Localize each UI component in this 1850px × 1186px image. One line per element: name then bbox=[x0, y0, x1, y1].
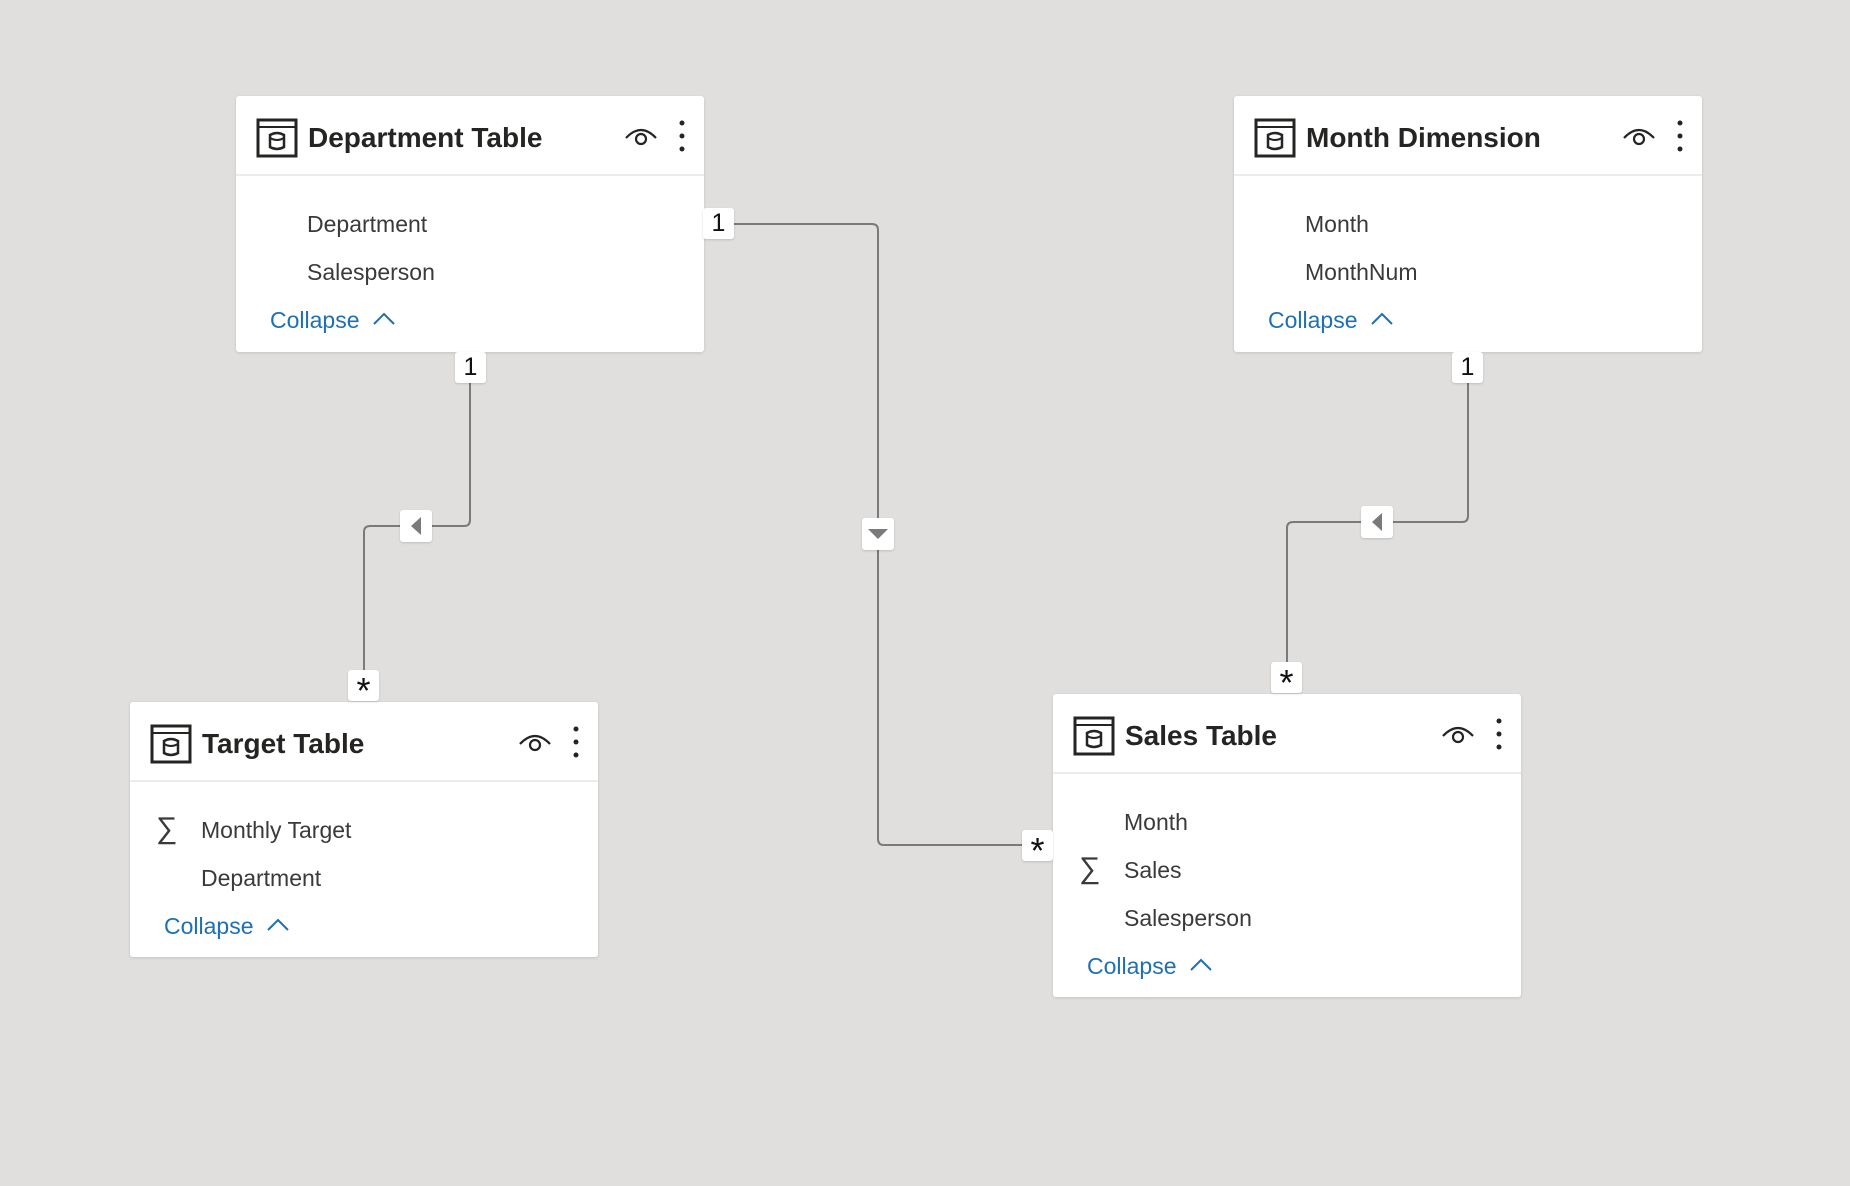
filter-direction-left-button[interactable] bbox=[400, 510, 432, 542]
table-header[interactable]: Month Dimension bbox=[1234, 96, 1702, 176]
table-icon bbox=[1073, 716, 1115, 756]
field-name: Salesperson bbox=[307, 259, 435, 285]
collapse-button[interactable]: Collapse bbox=[1053, 946, 1213, 990]
collapse-label: Collapse bbox=[1268, 307, 1358, 333]
field-list: Month ∑ Sales Salesperson bbox=[1053, 774, 1521, 942]
sigma-icon: ∑ bbox=[1079, 852, 1101, 885]
field-item[interactable]: Salesperson bbox=[236, 248, 704, 296]
cardinality-many-badge: * bbox=[348, 670, 379, 711]
table-card-target[interactable]: Target Table ∑ Monthly Target Department… bbox=[130, 702, 598, 957]
field-name: Salesperson bbox=[1124, 905, 1252, 931]
table-header[interactable]: Department Table bbox=[236, 96, 704, 176]
field-list: Department Salesperson bbox=[236, 176, 704, 296]
cardinality-one-badge: 1 bbox=[703, 208, 734, 239]
field-name: Monthly Target bbox=[201, 817, 352, 843]
field-item[interactable]: MonthNum bbox=[1234, 248, 1702, 296]
field-name: Month bbox=[1124, 809, 1188, 835]
field-name: MonthNum bbox=[1305, 259, 1418, 285]
table-card-sales[interactable]: Sales Table Month ∑ Sales Salesperson Co… bbox=[1053, 694, 1521, 997]
table-title: Target Table bbox=[202, 728, 365, 759]
collapse-button[interactable]: Collapse bbox=[236, 300, 396, 344]
collapse-label: Collapse bbox=[1087, 953, 1177, 979]
table-title: Sales Table bbox=[1125, 720, 1278, 751]
cardinality-many-badge: * bbox=[1022, 830, 1053, 871]
table-card-month-dimension[interactable]: Month Dimension Month MonthNum Collapse bbox=[1234, 96, 1702, 352]
more-options-icon[interactable] bbox=[566, 724, 586, 760]
field-item[interactable]: Month bbox=[1053, 798, 1521, 846]
model-canvas[interactable]: Department Table Department Salesperson … bbox=[0, 0, 1850, 1186]
cardinality-one-badge: 1 bbox=[455, 352, 486, 383]
field-item[interactable]: Salesperson bbox=[1053, 894, 1521, 942]
field-item[interactable]: Department bbox=[130, 854, 598, 902]
cardinality-one-badge: 1 bbox=[1452, 352, 1483, 383]
cardinality-many-badge: * bbox=[1271, 662, 1302, 703]
field-name: Month bbox=[1305, 211, 1369, 237]
table-header[interactable]: Sales Table bbox=[1053, 694, 1521, 774]
chevron-up-icon bbox=[1190, 958, 1212, 971]
chevron-up-icon bbox=[373, 312, 395, 325]
field-name: Department bbox=[307, 211, 428, 237]
more-options-icon[interactable] bbox=[1670, 118, 1690, 154]
table-title: Department Table bbox=[308, 122, 543, 153]
table-title: Month Dimension bbox=[1306, 122, 1541, 153]
chevron-up-icon bbox=[267, 918, 289, 931]
triangle-down-icon bbox=[868, 529, 888, 539]
filter-direction-left-button[interactable] bbox=[1361, 506, 1393, 538]
table-header[interactable]: Target Table bbox=[130, 702, 598, 782]
field-name: Sales bbox=[1124, 857, 1182, 883]
sigma-icon: ∑ bbox=[156, 812, 178, 845]
collapse-button[interactable]: Collapse bbox=[1234, 300, 1394, 344]
more-options-icon[interactable] bbox=[672, 118, 692, 154]
eye-icon[interactable] bbox=[1441, 722, 1475, 746]
field-name: Department bbox=[201, 865, 322, 891]
more-options-icon[interactable] bbox=[1489, 716, 1509, 752]
field-list: Month MonthNum bbox=[1234, 176, 1702, 296]
eye-icon[interactable] bbox=[624, 124, 658, 148]
table-card-department[interactable]: Department Table Department Salesperson … bbox=[236, 96, 704, 352]
field-item[interactable]: ∑ Monthly Target bbox=[130, 806, 598, 854]
table-icon bbox=[256, 118, 298, 158]
field-list: ∑ Monthly Target Department bbox=[130, 782, 598, 902]
eye-icon[interactable] bbox=[1622, 124, 1656, 148]
table-icon bbox=[1254, 118, 1296, 158]
filter-direction-down-button[interactable] bbox=[862, 518, 894, 550]
field-item[interactable]: ∑ Sales bbox=[1053, 846, 1521, 894]
chevron-up-icon bbox=[1371, 312, 1393, 325]
triangle-left-icon bbox=[1372, 513, 1382, 531]
table-icon bbox=[150, 724, 192, 764]
collapse-label: Collapse bbox=[270, 307, 360, 333]
field-item[interactable]: Month bbox=[1234, 200, 1702, 248]
collapse-label: Collapse bbox=[164, 913, 254, 939]
collapse-button[interactable]: Collapse bbox=[130, 906, 290, 950]
triangle-left-icon bbox=[411, 517, 421, 535]
eye-icon[interactable] bbox=[518, 730, 552, 754]
field-item[interactable]: Department bbox=[236, 200, 704, 248]
